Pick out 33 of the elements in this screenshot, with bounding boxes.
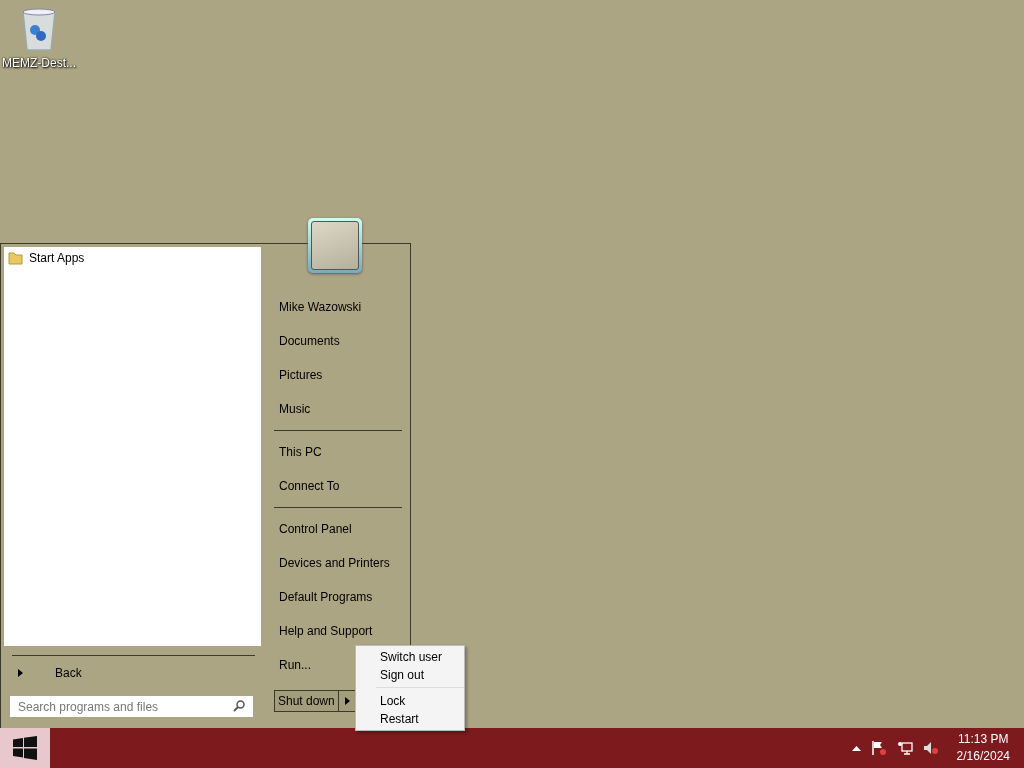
start-menu-link[interactable]: Default Programs [274, 580, 378, 614]
start-menu-link[interactable]: Music [274, 392, 316, 426]
menu-item[interactable]: Switch user [380, 648, 464, 666]
menu-item[interactable]: Restart [380, 710, 464, 728]
start-menu-link[interactable]: Connect To [274, 469, 345, 503]
shut-down-button[interactable]: Shut down [274, 690, 339, 712]
menu-item[interactable]: Lock [380, 692, 464, 710]
windows-logo-icon [13, 736, 37, 760]
start-menu-link[interactable]: Pictures [274, 358, 328, 392]
caret-up-icon[interactable] [851, 745, 861, 751]
start-menu-link[interactable]: Documents [274, 324, 345, 358]
program-item[interactable]: Start Apps [29, 251, 85, 265]
clock-date[interactable]: 2/16/2024 [956, 748, 1010, 765]
clock-time[interactable]: 11:13 PM [958, 731, 1009, 748]
start-menu-link[interactable]: Run... [274, 648, 316, 682]
recycle-bin-icon[interactable] [19, 6, 59, 52]
flag-icon[interactable] [870, 740, 887, 756]
start-menu-link[interactable]: Mike Wazowski [274, 290, 367, 324]
arrow-icon [345, 697, 351, 705]
search-field[interactable]: Search programs and files [10, 696, 253, 717]
start-menu-link[interactable]: Help and Support [274, 614, 378, 648]
start-button[interactable] [0, 728, 50, 768]
arrow-icon [18, 669, 23, 677]
menu-item[interactable]: Sign out [380, 666, 464, 684]
network-icon[interactable] [896, 740, 913, 756]
back-link[interactable]: Back [55, 666, 82, 680]
start-menu-link[interactable]: This PC [274, 435, 327, 469]
user-picture-frame[interactable] [308, 218, 362, 273]
start-menu-link[interactable]: Control Panel [274, 512, 357, 546]
start-menu-link[interactable]: Devices and Printers [274, 546, 395, 580]
folder-icon [8, 251, 23, 265]
search-icon [233, 700, 245, 712]
muted-speaker-icon[interactable] [922, 740, 939, 756]
